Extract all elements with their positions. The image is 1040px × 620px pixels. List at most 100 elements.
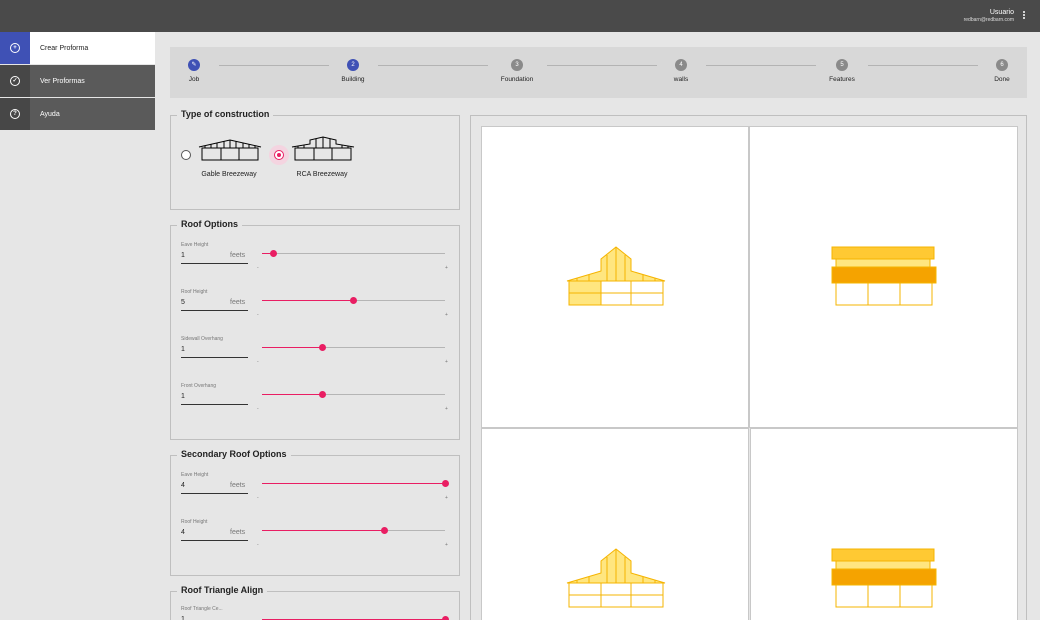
slider-max: +	[445, 495, 448, 501]
input-underline	[181, 493, 248, 494]
sidewall-overhang-label: Sidewall Overhang	[181, 336, 223, 342]
roof-height-input[interactable]: 5	[181, 299, 185, 306]
other-side-elevation-drawing	[831, 548, 937, 608]
step-label: Done	[994, 76, 1010, 83]
secondary-roof-panel: Secondary Roof Options Eave Height 4 fee…	[170, 449, 460, 576]
front-overhang-label: Front Overhang	[181, 383, 217, 389]
slider-thumb[interactable]	[442, 480, 449, 487]
slider-thumb[interactable]	[442, 616, 449, 620]
eave-height-label: Eave Height	[181, 242, 209, 248]
slider-thumb[interactable]	[350, 297, 357, 304]
slider-fill	[262, 347, 323, 348]
user-name: Usuario	[989, 9, 1014, 16]
sidebar-item-label: Crear Proforma	[40, 44, 89, 52]
step-job[interactable]: ✎ Job	[164, 59, 224, 83]
slider-fill	[262, 300, 353, 301]
slider-max: +	[445, 265, 448, 271]
slider-min: -	[257, 359, 259, 365]
step-label: Building	[341, 76, 365, 83]
radio-rca-breezeway[interactable]	[274, 150, 284, 160]
eave-height-slider[interactable]	[262, 253, 445, 254]
sidebar-item-label: Ver Proformas	[40, 77, 85, 85]
slider-min: -	[257, 265, 259, 271]
roof-triangle-center-label: Roof Triangle Ce...	[181, 606, 223, 612]
gable-breezeway-icon	[198, 139, 262, 161]
sidebar-item-ver-proformas[interactable]: ✓ Ver Proformas	[0, 65, 155, 97]
panel-title: Roof Triangle Align	[177, 585, 268, 595]
unit-label: feets	[230, 299, 246, 306]
slider-thumb[interactable]	[270, 250, 277, 257]
step-number: 5	[836, 59, 848, 71]
slider-max: +	[445, 359, 448, 365]
panel-title: Roof Options	[177, 219, 242, 229]
panel-title: Type of construction	[177, 109, 274, 119]
slider-thumb[interactable]	[319, 391, 326, 398]
step-label: Job	[188, 76, 200, 83]
slider-min: -	[257, 406, 259, 412]
side-elevation-drawing	[831, 246, 937, 306]
stepper: ✎ Job 2 Building 3 Foundation 4 walls 5 …	[170, 47, 1027, 98]
check-circle-icon: ✓	[10, 76, 20, 86]
help-circle-icon: ?	[10, 109, 20, 119]
slider-min: -	[257, 495, 259, 501]
option-label[interactable]: Gable Breezeway	[189, 171, 269, 178]
sidebar-item-crear-proforma[interactable]: + Crear Proforma	[0, 32, 155, 64]
secondary-roof-height-label: Roof Height	[181, 519, 208, 525]
step-features[interactable]: 5 Features	[812, 59, 872, 83]
eave-height-input[interactable]: 1	[181, 252, 185, 259]
roof-height-label: Roof Height	[181, 289, 208, 295]
construction-type-panel: Type of construction Gable Breezeway RCA…	[170, 109, 460, 210]
sidebar-item-label: Ayuda	[40, 110, 60, 118]
user-email: redbarn@redbarn.com	[963, 17, 1014, 23]
option-label[interactable]: RCA Breezeway	[282, 171, 362, 178]
step-connector	[378, 65, 488, 66]
panel-title: Secondary Roof Options	[177, 449, 291, 459]
unit-label: feets	[230, 482, 246, 489]
slider-max: +	[445, 312, 448, 318]
preview-side-view	[749, 126, 1018, 428]
sidewall-overhang-input[interactable]: 1	[181, 346, 185, 353]
input-underline	[181, 310, 248, 311]
slider-fill	[262, 530, 384, 531]
input-underline	[181, 263, 248, 264]
step-number: 6	[996, 59, 1008, 71]
step-connector	[706, 65, 816, 66]
sidebar: + Crear Proforma ✓ Ver Proformas ? Ayuda	[0, 32, 155, 620]
front-overhang-input[interactable]: 1	[181, 393, 185, 400]
step-label: Features	[829, 76, 855, 83]
step-connector	[547, 65, 657, 66]
input-underline	[181, 357, 248, 358]
preview-front-view	[481, 126, 749, 428]
preview-back-view	[481, 428, 749, 620]
step-label: Foundation	[500, 76, 534, 83]
more-vert-icon[interactable]	[1021, 11, 1027, 21]
step-label: walls	[673, 76, 689, 83]
step-connector	[868, 65, 978, 66]
slider-thumb[interactable]	[381, 527, 388, 534]
step-foundation[interactable]: 3 Foundation	[487, 59, 547, 83]
building-preview	[470, 115, 1027, 620]
add-circle-icon: +	[10, 43, 20, 53]
secondary-eave-height-label: Eave Height	[181, 472, 209, 478]
unit-label: feets	[230, 252, 246, 259]
slider-min: -	[257, 312, 259, 318]
secondary-eave-height-input[interactable]: 4	[181, 482, 185, 489]
roof-triangle-align-panel: Roof Triangle Align Roof Triangle Ce... …	[170, 585, 460, 620]
slider-max: +	[445, 542, 448, 548]
sidebar-item-ayuda[interactable]: ? Ayuda	[0, 98, 155, 130]
secondary-roof-height-input[interactable]: 4	[181, 529, 185, 536]
step-connector	[219, 65, 329, 66]
roof-triangle-center-input[interactable]: 1	[181, 616, 185, 620]
unit-label: feets	[230, 529, 246, 536]
step-walls[interactable]: 4 walls	[651, 59, 711, 83]
user-info[interactable]: Usuario redbarn@redbarn.com	[964, 8, 1014, 24]
slider-min: -	[257, 542, 259, 548]
radio-gable-breezeway[interactable]	[181, 150, 191, 160]
input-underline	[181, 404, 248, 405]
top-app-bar: Usuario redbarn@redbarn.com	[0, 0, 1040, 32]
slider-fill	[262, 483, 445, 484]
slider-thumb[interactable]	[319, 344, 326, 351]
step-building[interactable]: 2 Building	[323, 59, 383, 83]
edit-icon: ✎	[188, 59, 200, 71]
step-done[interactable]: 6 Done	[972, 59, 1032, 83]
